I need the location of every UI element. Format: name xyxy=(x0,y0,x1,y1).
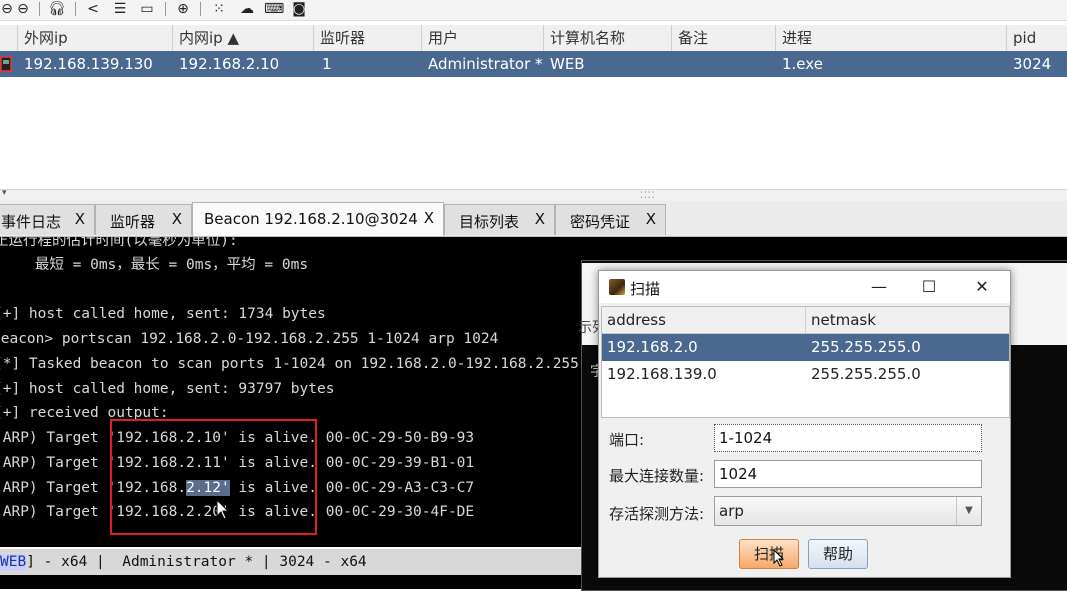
table-row[interactable]: 192.168.139.0 255.255.255.0 xyxy=(602,361,1009,388)
tab-event-log[interactable]: 事件日志 X xyxy=(0,204,95,235)
share-icon[interactable]: < xyxy=(84,1,102,17)
tab-label: 密码凭证 xyxy=(570,213,631,231)
cell-internal-ip: 192.168.2.10 xyxy=(179,55,280,73)
column-header-computer[interactable]: 计算机名称 xyxy=(544,25,672,51)
tab-label: Beacon 192.168.2.10@3024 xyxy=(204,210,418,228)
tab-listeners[interactable]: 监听器 X xyxy=(95,204,192,235)
table-row[interactable]: 192.168.2.0 255.255.255.0 xyxy=(602,334,1009,361)
console-line: [*] Tasked beacon to scan ports 1-1024 o… xyxy=(0,356,579,372)
probe-method-select[interactable]: arp ▼ xyxy=(714,496,982,526)
collapse-arrow-icon[interactable]: ▾ xyxy=(2,188,7,198)
cell-listener: 1 xyxy=(322,55,332,73)
network-table-header: address netmask xyxy=(602,307,1009,334)
cell-address: 192.168.139.0 xyxy=(607,365,717,383)
scan-button[interactable]: 扫描 xyxy=(739,539,799,569)
minimize-button[interactable]: — xyxy=(867,275,891,299)
column-header-address[interactable]: address xyxy=(602,307,806,333)
tab-label: 目标列表 xyxy=(459,213,520,231)
console-line: [+] host called home, sent: 1734 bytes xyxy=(0,306,326,322)
probe-method-label: 存活探测方法: xyxy=(609,505,705,523)
cell-netmask: 255.255.255.0 xyxy=(811,365,921,383)
column-header-pid[interactable]: pid xyxy=(1007,25,1067,51)
column-header-external-ip[interactable]: 外网ip xyxy=(18,25,173,51)
column-header-user[interactable]: 用户 xyxy=(422,25,544,51)
max-connections-label: 最大连接数量: xyxy=(609,467,705,485)
mouse-cursor-icon xyxy=(773,549,785,567)
scan-dialog: 扫描 — ☐ ✕ address netmask 192.168.2.0 255… xyxy=(598,270,1011,578)
dialog-title: 扫描 xyxy=(630,280,661,298)
close-button[interactable]: ✕ xyxy=(970,275,994,299)
help-button[interactable]: 帮助 xyxy=(808,539,868,569)
beacon-computer-icon xyxy=(0,51,18,77)
column-header-process[interactable]: 进程 xyxy=(776,25,1007,51)
cell-external-ip: 192.168.139.130 xyxy=(24,55,153,73)
menu-icon[interactable]: ☰ xyxy=(111,1,129,17)
tab-close-icon[interactable]: X xyxy=(535,210,545,228)
chevron-down-icon[interactable]: ▼ xyxy=(956,497,981,525)
tab-credentials[interactable]: 密码凭证 X xyxy=(555,204,666,235)
table-row[interactable]: 192.168.139.130 192.168.2.10 1 Administr… xyxy=(0,51,1067,77)
sessions-table-header: 外网ip 内网ip ▲ 监听器 用户 计算机名称 备注 进程 pid xyxy=(0,25,1067,52)
tab-close-icon[interactable]: X xyxy=(172,210,182,228)
column-header-netmask[interactable]: netmask xyxy=(806,307,1009,333)
port-field[interactable]: 1-1024 xyxy=(714,424,982,452)
cell-note xyxy=(672,51,678,77)
tab-bar: 事件日志 X 监听器 X Beacon 192.168.2.10@3024 X … xyxy=(0,201,1067,237)
keyboard-icon[interactable]: ⌨ xyxy=(264,1,284,17)
monitor-icon[interactable]: ▭ xyxy=(138,1,156,17)
console-line: [+] host called home, sent: 93797 bytes xyxy=(0,381,335,397)
dialog-titlebar[interactable]: 扫描 — ☐ ✕ xyxy=(599,271,1010,303)
grid-icon[interactable]: ⁙ xyxy=(210,1,228,17)
minus-circle-icon[interactable]: ⊖ xyxy=(14,1,32,17)
column-header-listener[interactable]: 监听器 xyxy=(314,25,422,51)
toolbar: ⊖ ⊖ 🎧︎ < ☰ ▭ ⊕ ⁙ ☁ ⌨ ◙ xyxy=(0,0,1067,21)
toolbar-divider xyxy=(39,2,40,16)
probe-method-value: arp xyxy=(719,502,744,520)
toolbar-divider xyxy=(200,2,201,16)
app-icon xyxy=(609,279,625,295)
tab-close-icon[interactable]: X xyxy=(424,209,434,227)
cell-user: Administrator * xyxy=(428,55,543,73)
tab-targets[interactable]: 目标列表 X xyxy=(444,204,555,235)
maximize-button[interactable]: ☐ xyxy=(917,275,941,299)
port-label: 端口: xyxy=(609,431,645,449)
cell-process: 1.exe xyxy=(782,55,823,73)
cloud-download-icon[interactable]: ☁ xyxy=(238,1,256,17)
console-line: 最短 = 0ms，最长 = 0ms，平均 = 0ms xyxy=(0,257,309,273)
column-header-note[interactable]: 备注 xyxy=(672,25,776,51)
tab-close-icon[interactable]: X xyxy=(646,210,656,228)
column-header-icon xyxy=(0,25,18,51)
console-line: 正运行程的估计时间(以毫秒为单位): xyxy=(0,237,238,249)
mouse-cursor-icon xyxy=(216,499,230,520)
max-connections-field[interactable]: 1024 xyxy=(714,460,982,488)
cell-address: 192.168.2.0 xyxy=(607,338,698,356)
toolbar-divider xyxy=(75,2,76,16)
camera-icon[interactable]: ◙ xyxy=(290,1,308,17)
toolbar-divider xyxy=(165,2,166,16)
sessions-table-body[interactable] xyxy=(0,77,1067,189)
globe-icon[interactable]: ⊕ xyxy=(174,1,192,17)
tab-label: 监听器 xyxy=(110,213,156,231)
cell-computer: WEB xyxy=(550,55,585,73)
splitter-grip-icon[interactable]: ⁚⁚⁚⁚ xyxy=(640,191,655,201)
annotation-highlight-box xyxy=(110,419,317,535)
headphones-icon[interactable]: 🎧︎ xyxy=(48,1,66,17)
tab-label: 事件日志 xyxy=(1,213,62,231)
status-text: ] - x64 | Administrator * | 3024 - x64 xyxy=(26,554,367,570)
console-line: beacon> portscan 192.168.2.0-192.168.2.2… xyxy=(0,331,499,347)
cell-pid: 3024 xyxy=(1013,55,1052,73)
column-header-internal-ip[interactable]: 内网ip ▲ xyxy=(173,25,314,51)
status-computer-name: WEB xyxy=(0,554,27,570)
cell-netmask: 255.255.255.0 xyxy=(811,338,921,356)
tab-beacon[interactable]: Beacon 192.168.2.10@3024 X xyxy=(192,202,444,236)
tab-close-icon[interactable]: X xyxy=(75,210,85,228)
network-table: address netmask 192.168.2.0 255.255.255.… xyxy=(601,306,1010,418)
